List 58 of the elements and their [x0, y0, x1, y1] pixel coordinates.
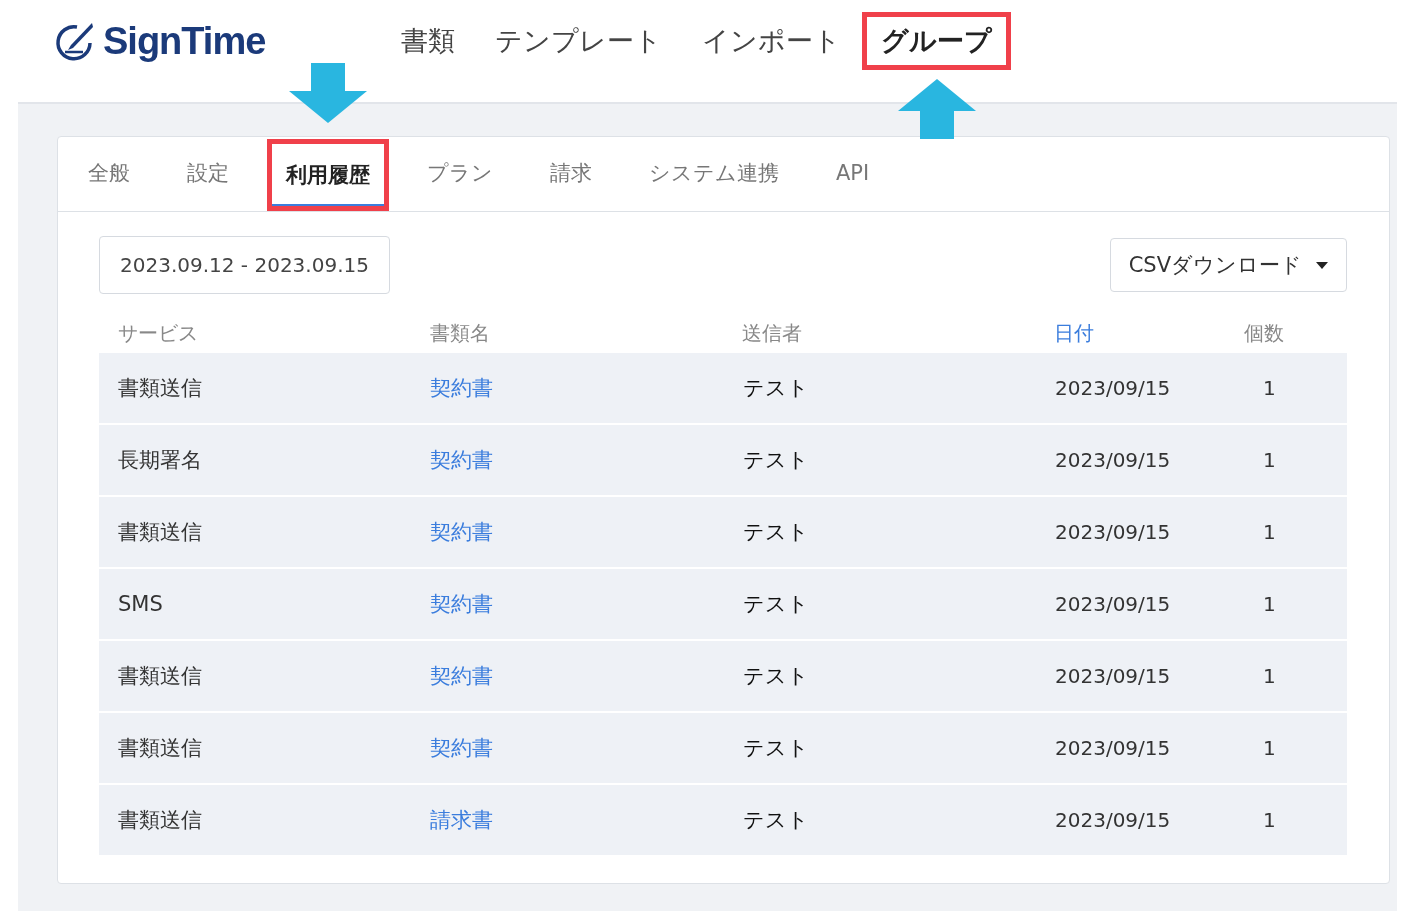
- column-header: 個数: [1243, 320, 1285, 347]
- nav-link[interactable]: インポート: [702, 15, 841, 67]
- nav-link[interactable]: グループ: [862, 12, 1011, 70]
- table-cell: SMS: [118, 592, 163, 616]
- table-cell: 書類送信: [118, 520, 202, 544]
- tab[interactable]: 利用履歴: [267, 139, 389, 211]
- table-cell: 2023/09/15: [1055, 592, 1171, 616]
- table-cell: 2023/09/15: [1055, 448, 1171, 472]
- pen-circle-icon: [55, 21, 95, 61]
- table-cell: 2023/09/15: [1055, 808, 1171, 832]
- date-range-field[interactable]: 2023.09.12 - 2023.09.15: [99, 236, 390, 294]
- nav-link[interactable]: 書類: [401, 15, 455, 67]
- caret-icon: [1316, 261, 1328, 269]
- table-cell: 書類送信: [118, 376, 202, 400]
- arrow-up-icon: [897, 79, 976, 139]
- document-link[interactable]: 契約書: [430, 448, 493, 472]
- table-cell: 1: [1263, 448, 1276, 472]
- table-cell: 1: [1263, 664, 1276, 688]
- table-cell: 1: [1263, 520, 1276, 544]
- column-header[interactable]: 日付: [1035, 320, 1225, 347]
- table-cell: テスト: [743, 376, 809, 400]
- arrow-down-icon: [289, 63, 367, 123]
- logo-text: SignTime: [103, 19, 266, 63]
- tab[interactable]: システム連携: [649, 137, 779, 211]
- table-cell: 2023/09/15: [1055, 736, 1171, 760]
- column-header: サービス: [117, 320, 199, 347]
- document-link[interactable]: 契約書: [430, 376, 493, 400]
- column-header: 書類名: [429, 320, 491, 347]
- table-cell: 2023/09/15: [1055, 664, 1171, 688]
- document-link[interactable]: 契約書: [430, 664, 493, 688]
- tab[interactable]: API: [836, 137, 870, 211]
- document-link[interactable]: 契約書: [430, 736, 493, 760]
- document-link[interactable]: 契約書: [430, 520, 493, 544]
- table-cell: テスト: [743, 736, 809, 760]
- table-cell: テスト: [743, 520, 809, 544]
- column-header: 送信者: [741, 320, 803, 347]
- table-cell: テスト: [743, 592, 809, 616]
- table-cell: 1: [1263, 376, 1276, 400]
- table-cell: 書類送信: [118, 808, 202, 832]
- document-link[interactable]: 契約書: [430, 592, 493, 616]
- table-cell: 1: [1263, 808, 1276, 832]
- table-cell: テスト: [743, 448, 809, 472]
- document-link[interactable]: 請求書: [430, 808, 493, 832]
- table-cell: テスト: [743, 664, 809, 688]
- table-cell: 1: [1263, 736, 1276, 760]
- table-cell: 長期署名: [118, 448, 202, 472]
- table-cell: 書類送信: [118, 736, 202, 760]
- table-cell: テスト: [743, 808, 809, 832]
- table-cell: 書類送信: [118, 664, 202, 688]
- table-cell: 1: [1263, 592, 1276, 616]
- tab[interactable]: 全般: [88, 137, 130, 211]
- table-cell: 2023/09/15: [1055, 376, 1171, 400]
- table-cell: 2023/09/15: [1055, 520, 1171, 544]
- tab[interactable]: プラン: [427, 137, 493, 211]
- nav-link[interactable]: テンプレート: [495, 15, 662, 67]
- tab[interactable]: 設定: [187, 137, 229, 211]
- csv-download-button[interactable]: CSVダウンロード: [1109, 238, 1347, 292]
- tab[interactable]: 請求: [550, 137, 592, 211]
